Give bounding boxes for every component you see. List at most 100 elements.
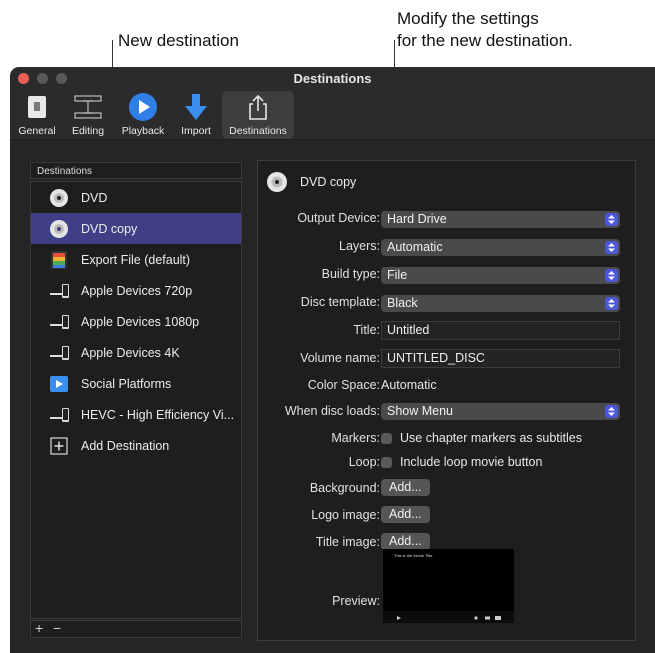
export-file-icon: [49, 250, 69, 270]
apple-devices-icon: [49, 343, 69, 363]
tab-playback[interactable]: Playback: [116, 91, 170, 139]
loop-checkbox-label: Include loop movie button: [400, 455, 543, 469]
social-platforms-icon: [49, 374, 69, 394]
layers-popup[interactable]: Automatic: [381, 239, 620, 256]
build-type-label: Build type:: [321, 267, 380, 281]
chevron-updown-icon: [605, 241, 618, 254]
list-item-label: Apple Devices 1080p: [81, 314, 200, 329]
tab-editing[interactable]: Editing: [66, 91, 110, 139]
apple-devices-icon: [49, 281, 69, 301]
color-space-value: Automatic: [381, 378, 437, 392]
disc-template-value: Black: [387, 296, 418, 310]
list-item-social-platforms[interactable]: Social Platforms: [31, 368, 241, 399]
layers-label: Layers:: [339, 239, 380, 253]
list-item-apple-devices-1080p[interactable]: Apple Devices 1080p: [31, 306, 241, 337]
tab-editing-label: Editing: [71, 125, 105, 137]
output-device-popup[interactable]: Hard Drive: [381, 211, 620, 228]
list-item-dvd-copy[interactable]: DVD copy: [31, 213, 241, 244]
list-item-label: HEVC - High Efficiency Vi...: [81, 407, 235, 422]
dvd-disc-icon: [49, 219, 69, 239]
chevron-updown-icon: [605, 297, 618, 310]
list-item-label: Export File (default): [81, 252, 191, 267]
list-item-apple-devices-720p[interactable]: Apple Devices 720p: [31, 275, 241, 306]
title-label: Title:: [353, 323, 380, 337]
preview-label: Preview:: [332, 594, 380, 608]
preview-playback-bar: [383, 611, 514, 623]
tab-destinations[interactable]: Destinations: [222, 91, 294, 139]
import-arrow-icon: [176, 91, 216, 123]
list-item-label: DVD copy: [81, 221, 138, 236]
title-image-label: Title image:: [315, 535, 380, 549]
title-image-add-button[interactable]: Add...: [381, 533, 430, 550]
list-item-label: Apple Devices 4K: [81, 345, 180, 360]
output-device-label: Output Device:: [297, 211, 380, 225]
destination-title: DVD copy: [300, 175, 357, 189]
add-button[interactable]: +: [35, 620, 43, 636]
apple-devices-icon: [49, 312, 69, 332]
destinations-content: Destinations DVD DVD copy Export File (d…: [10, 140, 655, 653]
preview-controls-icon: [397, 616, 501, 620]
preview-thumbnail: This is the Movie Title: [383, 549, 514, 623]
tab-import[interactable]: Import: [176, 91, 216, 139]
remove-button[interactable]: −: [53, 620, 61, 636]
layers-value: Automatic: [387, 240, 443, 254]
title-field[interactable]: Untitled: [381, 321, 620, 340]
list-footer: + −: [30, 620, 242, 638]
markers-checkbox[interactable]: [381, 432, 392, 444]
list-item-label: Apple Devices 720p: [81, 283, 193, 298]
general-switch-icon: [14, 91, 60, 123]
tab-destinations-label: Destinations: [229, 125, 287, 137]
tab-import-label: Import: [181, 125, 211, 137]
when-disc-loads-label: When disc loads:: [284, 404, 380, 418]
when-disc-loads-value: Show Menu: [387, 404, 454, 418]
dvd-disc-icon: [267, 172, 287, 192]
list-item-hevc[interactable]: HEVC - High Efficiency Vi...: [31, 399, 241, 430]
loop-checkbox[interactable]: [381, 456, 392, 468]
editing-timeline-icon: [66, 91, 110, 123]
title-bar: Destinations: [10, 67, 655, 89]
list-item-export-file[interactable]: Export File (default): [31, 244, 241, 275]
tab-general[interactable]: General: [14, 91, 60, 139]
background-label: Background:: [309, 481, 380, 495]
list-item-dvd[interactable]: DVD: [31, 182, 241, 213]
tab-general-label: General: [18, 125, 56, 137]
build-type-value: File: [387, 268, 408, 282]
list-item-label: Add Destination: [81, 438, 170, 453]
when-disc-loads-popup[interactable]: Show Menu: [381, 403, 620, 420]
volume-name-field[interactable]: UNTITLED_DISC: [381, 349, 620, 368]
tab-playback-label: Playback: [121, 125, 165, 137]
callout-new-destination: New destination: [118, 31, 239, 50]
loop-label: Loop:: [348, 455, 380, 469]
list-item-add-destination[interactable]: Add Destination: [31, 430, 241, 461]
volume-name-label: Volume name:: [300, 351, 380, 365]
callout-modify-settings: Modify the settings for the new destinat…: [397, 9, 573, 50]
window-title: Destinations: [293, 71, 372, 86]
list-item-label: Social Platforms: [81, 376, 172, 391]
disc-template-popup[interactable]: Black: [381, 295, 620, 312]
list-item-label: DVD: [81, 190, 108, 205]
list-item-apple-devices-4k[interactable]: Apple Devices 4K: [31, 337, 241, 368]
preferences-toolbar: General Editing Playback Import Destinat…: [10, 89, 655, 140]
background-add-button[interactable]: Add...: [381, 479, 430, 496]
build-type-popup[interactable]: File: [381, 267, 620, 284]
loop-checkbox-row[interactable]: Include loop movie button: [381, 455, 542, 469]
logo-image-add-button[interactable]: Add...: [381, 506, 430, 523]
output-device-value: Hard Drive: [387, 212, 447, 226]
dvd-disc-icon: [49, 188, 69, 208]
destination-settings-panel: DVD copy Output Device: Hard Drive Layer…: [257, 160, 636, 641]
add-destination-icon: [49, 436, 69, 456]
disc-template-label: Disc template:: [300, 295, 380, 309]
chevron-updown-icon: [605, 269, 618, 282]
destinations-list[interactable]: DVD DVD copy Export File (default) Apple…: [30, 181, 242, 619]
logo-image-label: Logo image:: [311, 508, 380, 522]
chevron-updown-icon: [605, 213, 618, 226]
markers-checkbox-label: Use chapter markers as subtitles: [400, 431, 583, 445]
markers-label: Markers:: [331, 431, 380, 445]
markers-checkbox-row[interactable]: Use chapter markers as subtitles: [381, 431, 582, 445]
apple-devices-icon: [49, 405, 69, 425]
preview-movie-title: This is the Movie Title: [394, 553, 433, 558]
destinations-window: Destinations General Editing Playback Im…: [10, 67, 655, 653]
destinations-list-header: Destinations: [30, 162, 242, 179]
destination-header: DVD copy: [266, 171, 356, 193]
share-icon: [222, 91, 294, 123]
